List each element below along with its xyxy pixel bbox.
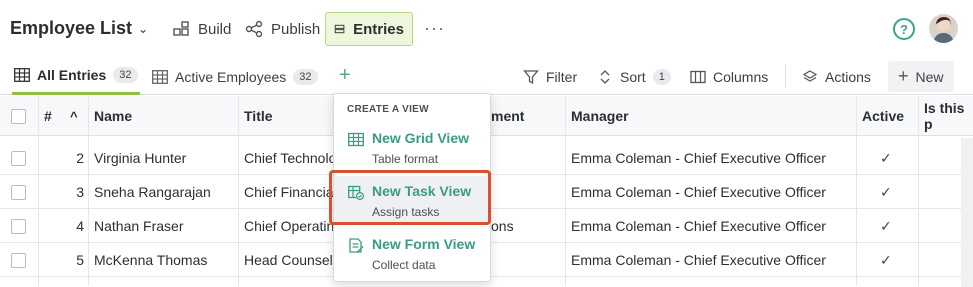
sort-button[interactable]: Sort 1	[597, 58, 671, 95]
form-icon	[349, 238, 364, 253]
cell-title[interactable]: Chief Technolo	[244, 141, 334, 175]
filter-icon	[523, 69, 539, 84]
cell-name[interactable]: McKenna Thomas	[94, 243, 236, 277]
menu-heading: CREATE A VIEW	[347, 104, 429, 115]
cell-title[interactable]: Chief Financia	[244, 175, 334, 209]
column-header-title[interactable]: Title	[244, 96, 273, 136]
tab-active-employees[interactable]: Active Employees 32	[152, 58, 318, 95]
new-form-view-item[interactable]: New Form View Collect data	[334, 229, 490, 277]
actions-button[interactable]: Actions	[802, 58, 871, 95]
cell-manager[interactable]: Emma Coleman - Chief Executive Officer	[571, 141, 853, 175]
sort-ascending-icon[interactable]: ^	[70, 96, 78, 136]
cell-name[interactable]: Nathan Fraser	[94, 209, 236, 243]
cell-manager[interactable]: Emma Coleman - Chief Executive Officer	[571, 175, 853, 209]
row-number: 4	[76, 218, 84, 234]
menu-item-subtitle: Table format	[372, 152, 439, 166]
cell-name[interactable]: Sneha Rangarajan	[94, 175, 236, 209]
menu-item-title: New Form View	[372, 236, 476, 252]
cell-department[interactable]	[491, 141, 561, 175]
more-options-icon[interactable]: ···	[424, 18, 445, 39]
columns-label: Columns	[713, 68, 769, 85]
check-icon[interactable]: ✓	[880, 175, 892, 209]
help-icon[interactable]: ?	[893, 18, 915, 40]
sort-label: Sort	[620, 68, 646, 85]
divider	[785, 64, 786, 88]
count-badge: 32	[113, 67, 138, 83]
highlight-outline	[329, 170, 491, 225]
entries-button[interactable]: Entries	[325, 12, 413, 46]
column-header-active[interactable]: Active	[862, 96, 904, 136]
publish-label: Publish	[271, 20, 321, 38]
column-header-is-this[interactable]: Is this p	[924, 96, 973, 136]
tab-active-employees-label: Active Employees	[175, 68, 287, 85]
chevron-down-icon: ⌄	[138, 21, 149, 36]
tab-all-entries-label: All Entries	[37, 67, 107, 83]
row-checkbox[interactable]	[11, 243, 26, 277]
grid-icon	[348, 132, 364, 147]
cell-manager[interactable]: Emma Coleman - Chief Executive Officer	[571, 243, 853, 277]
cell-manager[interactable]: Emma Coleman - Chief Executive Officer	[571, 209, 853, 243]
check-icon[interactable]: ✓	[880, 141, 892, 175]
columns-button[interactable]: Columns	[690, 58, 768, 95]
new-label: New	[915, 68, 944, 85]
layers-icon	[802, 69, 818, 82]
cell-department[interactable]	[491, 243, 561, 277]
menu-item-subtitle: Collect data	[372, 258, 436, 272]
row-checkbox[interactable]	[11, 141, 26, 175]
app-title-dropdown[interactable]: Employee List ⌄	[10, 18, 148, 39]
actions-label: Actions	[825, 68, 871, 85]
row-number: 2	[76, 150, 84, 166]
column-header-department[interactable]: ment	[491, 96, 524, 136]
check-icon[interactable]: ✓	[880, 243, 892, 277]
cell-title[interactable]: Chief Operatin	[244, 209, 334, 243]
select-all-checkbox[interactable]	[11, 96, 26, 136]
publish-button[interactable]: Publish	[237, 12, 328, 46]
add-view-icon[interactable]: +	[339, 64, 351, 87]
filter-button[interactable]: Filter	[523, 58, 577, 95]
columns-icon	[690, 70, 706, 83]
count-badge: 32	[293, 68, 318, 85]
sort-icon	[600, 69, 610, 84]
column-header-name[interactable]: Name	[94, 96, 132, 136]
view-bar: All Entries 32 Active Employees 32 + Fil…	[0, 58, 973, 95]
filter-label: Filter	[546, 68, 578, 85]
new-grid-view-item[interactable]: New Grid View Table format	[334, 123, 490, 171]
column-header-number[interactable]: #	[44, 96, 52, 136]
avatar[interactable]	[929, 14, 958, 43]
row-checkbox[interactable]	[11, 175, 26, 209]
cell-department[interactable]: ons	[491, 209, 561, 243]
build-icon	[173, 21, 189, 36]
cell-department[interactable]	[491, 175, 561, 209]
build-button[interactable]: Build	[164, 12, 239, 46]
new-button[interactable]: + New	[888, 61, 954, 92]
cell-title[interactable]: Head Counsel	[244, 243, 334, 277]
column-header-manager[interactable]: Manager	[571, 96, 629, 136]
cell-name[interactable]: Virginia Hunter	[94, 141, 236, 175]
row-number: 3	[76, 184, 84, 200]
top-bar: Employee List ⌄ Build Publish Entries ··…	[0, 0, 973, 58]
sort-count-badge: 1	[652, 68, 671, 85]
entries-icon	[334, 24, 345, 34]
build-label: Build	[198, 20, 232, 38]
row-checkbox[interactable]	[11, 209, 26, 243]
share-icon	[245, 20, 263, 38]
row-number: 5	[76, 252, 84, 268]
check-icon[interactable]: ✓	[880, 209, 892, 243]
grid-icon	[14, 68, 30, 82]
app-title: Employee List	[10, 18, 133, 38]
tab-all-entries[interactable]: All Entries 32	[12, 58, 140, 95]
entries-label: Entries	[353, 20, 404, 38]
vertical-scrollbar[interactable]	[961, 138, 973, 287]
grid-icon	[152, 69, 168, 84]
plus-icon: +	[898, 66, 909, 86]
menu-item-title: New Grid View	[372, 130, 469, 146]
